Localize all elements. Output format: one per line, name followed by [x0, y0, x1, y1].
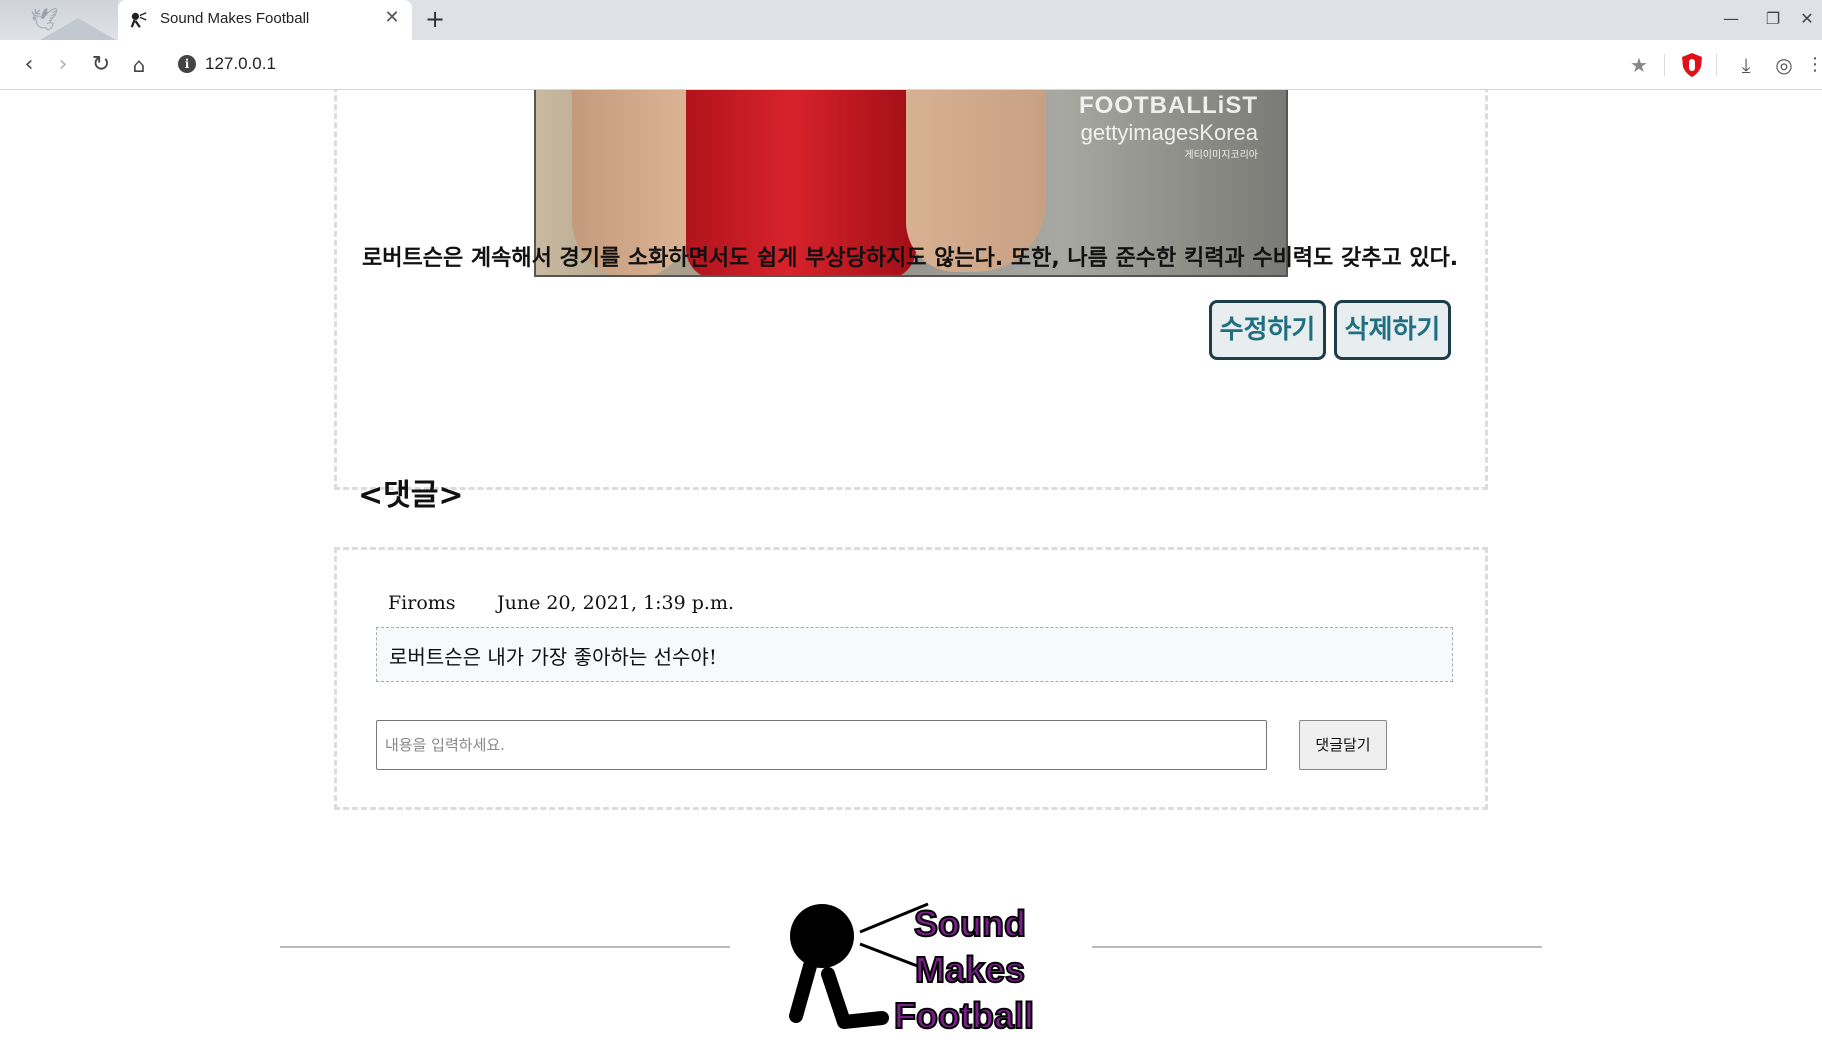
comment-item: 로버트슨은 내가 가장 좋아하는 선수야! [376, 627, 1453, 682]
toolbar-divider [1664, 54, 1665, 76]
edit-post-button[interactable]: 수정하기 [1209, 300, 1326, 360]
footer-divider-right [1092, 946, 1542, 948]
active-tab[interactable]: Sound Makes Football ✕ [118, 0, 412, 40]
image-credit-text: gettyimagesKorea [1080, 120, 1258, 145]
browser-toolbar: ‹ › ↻ ⌂ i 127.0.0.1 ★ ⤓ ◎ ⋮ [0, 40, 1822, 90]
comment-date: June 20, 2021, 1:39 p.m. [497, 592, 735, 614]
address-text[interactable]: 127.0.0.1 [205, 54, 276, 74]
image-brand-text: FOOTBALLiST [1079, 92, 1258, 119]
mountain-decoration [40, 18, 116, 40]
comment-input[interactable] [376, 720, 1267, 770]
account-icon[interactable]: ◎ [1771, 52, 1797, 78]
delete-post-button[interactable]: 삭제하기 [1334, 300, 1451, 360]
browser-tab-bar: 🕊 Sound Makes Football ✕ + — ❐ ✕ [0, 0, 1822, 40]
restore-window-button[interactable]: ❐ [1758, 6, 1788, 32]
logo-word-football: Football [894, 995, 1034, 1036]
extension-shield-icon[interactable] [1680, 52, 1704, 78]
site-info-icon[interactable]: i [178, 55, 196, 73]
close-window-button[interactable]: ✕ [1792, 6, 1822, 32]
image-credit-subtext: 게티이미지코리아 [1184, 150, 1258, 161]
home-icon[interactable]: ⌂ [126, 52, 152, 78]
logo-word-sound: Sound [914, 903, 1026, 944]
download-icon[interactable]: ⤓ [1733, 52, 1759, 78]
image-watermark: FOOTBALLiST gettyimagesKorea 게티이미지코리아 [1079, 92, 1258, 161]
menu-dots-icon[interactable]: ⋮ [1802, 52, 1822, 78]
back-arrow-icon[interactable]: ‹ [16, 52, 42, 78]
logo-word-makes: Makes [915, 949, 1025, 990]
toolbar-divider [1716, 54, 1717, 76]
bookmark-star-icon[interactable]: ★ [1626, 52, 1652, 78]
footer-divider-left [280, 946, 730, 948]
site-favicon-icon [130, 12, 147, 28]
forward-arrow-icon[interactable]: › [50, 52, 76, 78]
minimize-window-button[interactable]: — [1716, 6, 1746, 32]
comment-text: 로버트슨은 내가 가장 좋아하는 선수야! [389, 645, 717, 669]
site-logo[interactable]: Sound Makes Football [786, 896, 1036, 1064]
background-tab[interactable]: 🕊 [0, 0, 118, 40]
page-content: FOOTBALLiST gettyimagesKorea 게티이미지코리아 로버… [0, 90, 1822, 1064]
tab-close-icon[interactable]: ✕ [382, 8, 402, 28]
post-body: 로버트슨은 계속해서 경기를 소화하면서도 쉽게 부상당하지도 않는다. 또한,… [362, 246, 1459, 271]
comment-submit-button[interactable]: 댓글달기 [1299, 720, 1387, 770]
comments-heading: <댓글> [358, 478, 464, 513]
tab-title: Sound Makes Football [160, 10, 310, 27]
comment-author: Firoms [388, 592, 456, 614]
new-tab-button[interactable]: + [422, 6, 448, 32]
reload-icon[interactable]: ↻ [88, 52, 114, 78]
address-bar[interactable]: i 127.0.0.1 [172, 49, 1632, 81]
